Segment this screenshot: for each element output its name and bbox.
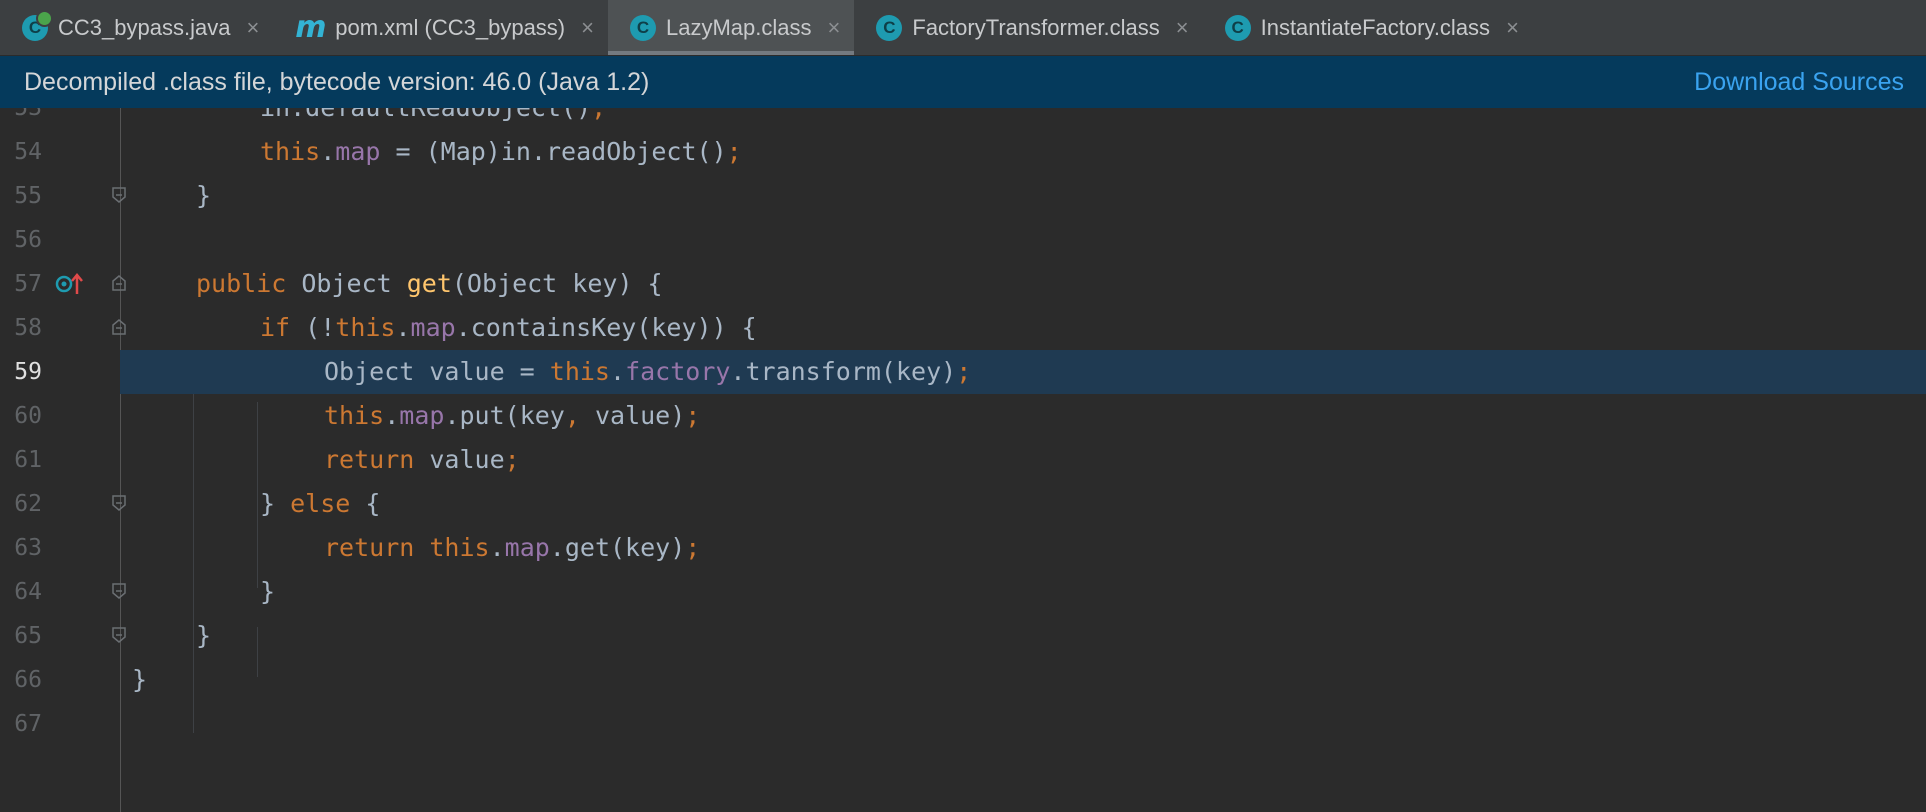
code-line: 58 if (!this.map.containsKey(key)) { <box>0 306 1926 350</box>
line-code: in.defaultReadObject(); <box>260 108 606 130</box>
code-line: 60 this.map.put(key, value); <box>0 394 1926 438</box>
class-icon: C <box>630 14 656 41</box>
close-icon[interactable]: × <box>828 15 841 41</box>
code-line: 66 } <box>0 658 1926 702</box>
tab-lazymap-class[interactable]: C LazyMap.class × <box>608 0 855 55</box>
current-code-line: 59 Object value = this.factory.transform… <box>14 350 1926 394</box>
close-icon[interactable]: × <box>246 15 259 41</box>
icon-letter: C <box>636 17 650 37</box>
icon-letter: C <box>883 17 896 37</box>
tab-label: InstantiateFactory.class <box>1260 14 1491 40</box>
line-code: this.map = (Map)in.readObject(); <box>260 137 742 166</box>
line-code: } else { <box>260 489 381 518</box>
line-code: if (!this.map.containsKey(key)) { <box>260 313 757 342</box>
implements-method-icon[interactable] <box>55 272 85 296</box>
tab-label: LazyMap.class <box>666 14 812 40</box>
code-editor[interactable]: 53 in.defaultReadObject(); 54 this.map =… <box>0 108 1926 812</box>
maven-icon: m <box>295 9 327 45</box>
tab-cc3-bypass-java[interactable]: C CC3_bypass.java × <box>0 0 273 55</box>
line-code: } <box>132 665 148 694</box>
decompiled-file-banner: Decompiled .class file, bytecode version… <box>0 56 1926 108</box>
line-number: 63 <box>14 535 42 561</box>
line-number: 55 <box>14 183 42 209</box>
line-number: 62 <box>14 491 42 517</box>
tab-pom-xml[interactable]: m pom.xml (CC3_bypass) × <box>273 0 608 55</box>
code-line: 67 <box>0 702 1926 746</box>
line-code: public Object get(Object key) { <box>196 269 663 298</box>
code-line: 53 in.defaultReadObject(); <box>0 108 1926 130</box>
close-icon[interactable]: × <box>581 15 594 41</box>
code-line: 62 } else { <box>0 482 1926 526</box>
code-line: 63 return this.map.get(key); <box>0 526 1926 570</box>
tab-label: pom.xml (CC3_bypass) <box>335 14 566 40</box>
line-number: 56 <box>14 227 42 253</box>
line-number: 65 <box>14 623 42 649</box>
close-icon[interactable]: × <box>1176 15 1189 41</box>
code-line: 57 public Object get(Object key) { <box>0 262 1926 306</box>
line-number: 59 <box>14 359 42 385</box>
tab-label: FactoryTransformer.class <box>912 14 1160 40</box>
download-sources-link[interactable]: Download Sources <box>1694 68 1904 97</box>
banner-message: Decompiled .class file, bytecode version… <box>24 67 650 96</box>
line-number: 57 <box>14 271 42 297</box>
class-icon: C <box>1224 14 1251 41</box>
line-code: return value; <box>324 445 520 474</box>
fold-start-icon[interactable] <box>112 275 126 291</box>
code-line: 64 } <box>0 570 1926 614</box>
line-number: 53 <box>14 108 42 121</box>
fold-toggle-icon[interactable] <box>112 495 126 511</box>
java-class-run-icon: C <box>22 9 53 41</box>
line-number: 61 <box>14 447 42 473</box>
code-line: 54 this.map = (Map)in.readObject(); <box>0 130 1926 174</box>
line-code: this.map.put(key, value); <box>324 401 701 430</box>
line-code: Object value = this.factory.transform(ke… <box>324 357 972 386</box>
fold-end-icon[interactable] <box>112 627 126 643</box>
line-number: 64 <box>14 579 42 605</box>
line-code: } <box>196 181 212 210</box>
line-number: 67 <box>14 711 42 737</box>
line-number: 66 <box>14 667 42 693</box>
line-code: return this.map.get(key); <box>324 533 701 562</box>
editor-tab-bar: C CC3_bypass.java × m pom.xml (CC3_bypas… <box>0 0 1926 56</box>
fold-end-icon[interactable] <box>112 187 126 203</box>
line-code: } <box>196 621 212 650</box>
line-number: 58 <box>14 315 42 341</box>
line-number: 54 <box>14 139 42 165</box>
code-line: 55 } <box>0 174 1926 218</box>
icon-letter: C <box>1231 17 1244 37</box>
code-line: 65 } <box>0 614 1926 658</box>
line-number: 60 <box>14 403 42 429</box>
line-code: } <box>260 577 276 606</box>
close-icon[interactable]: × <box>1506 15 1519 41</box>
code-line: 61 return value; <box>0 438 1926 482</box>
tab-factorytransformer-class[interactable]: C FactoryTransformer.class × <box>854 0 1202 55</box>
class-icon: C <box>876 14 903 41</box>
code-line: 56 <box>0 218 1926 262</box>
fold-end-icon[interactable] <box>112 583 126 599</box>
tab-instantiatefactory-class[interactable]: C InstantiateFactory.class × <box>1203 0 1533 55</box>
fold-start-icon[interactable] <box>112 319 126 335</box>
tab-label: CC3_bypass.java <box>58 14 231 40</box>
run-badge-icon <box>36 9 53 27</box>
